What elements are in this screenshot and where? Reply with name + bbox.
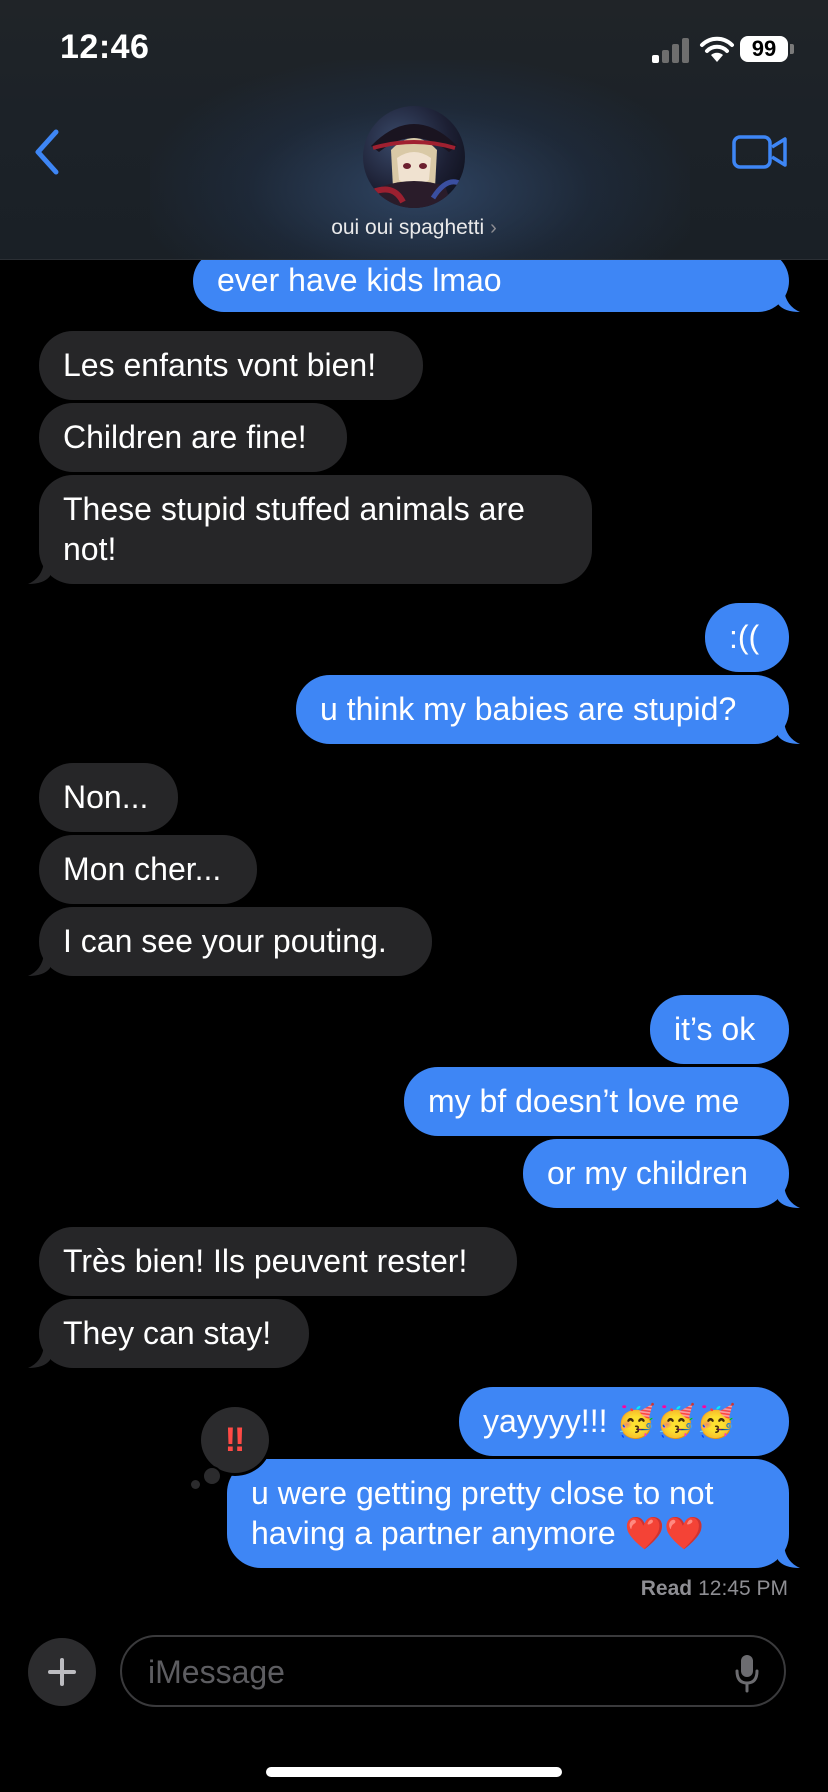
bubble-tail xyxy=(778,722,800,744)
bubble-tail xyxy=(28,954,50,976)
video-call-icon[interactable] xyxy=(732,134,788,170)
battery-icon: 99 xyxy=(740,36,788,62)
double-exclamation-icon: ‼ xyxy=(224,1421,246,1459)
read-label: Read xyxy=(640,1577,693,1600)
contact-avatar[interactable] xyxy=(363,106,465,208)
bubble-tail xyxy=(28,1346,50,1368)
status-time: 12:46 xyxy=(60,28,150,66)
message-bubble-incoming[interactable]: Non... xyxy=(39,763,178,832)
read-receipt: Read 12:45 PM xyxy=(641,1577,788,1601)
message-text: yayyyy!!! 🥳🥳🥳 xyxy=(483,1403,736,1439)
avatar-image xyxy=(367,124,463,208)
contact-name[interactable]: oui oui spaghetti › xyxy=(0,216,828,240)
message-text: u were getting pretty close to not havin… xyxy=(251,1475,714,1551)
message-input[interactable] xyxy=(146,1649,710,1695)
contact-name-label: oui oui spaghetti xyxy=(331,216,485,239)
message-bubble-incoming[interactable]: Les enfants vont bien! xyxy=(39,331,423,400)
message-bubble-outgoing[interactable]: it’s ok xyxy=(650,995,789,1064)
message-composer[interactable] xyxy=(120,1635,786,1707)
message-bubble-incoming[interactable]: These stupid stuffed animals are not! xyxy=(39,475,592,584)
plus-icon-v xyxy=(60,1658,64,1686)
apps-plus-button[interactable] xyxy=(28,1638,96,1706)
message-text: or my children xyxy=(547,1155,748,1191)
home-indicator[interactable] xyxy=(266,1767,562,1777)
bubble-tail xyxy=(778,1546,800,1568)
message-text: These stupid stuffed animals are not! xyxy=(63,491,525,567)
cellular-signal-icon xyxy=(652,37,690,63)
message-text: Children are fine! xyxy=(63,419,307,455)
reaction-bubble-dot xyxy=(191,1480,200,1489)
message-text: Mon cher... xyxy=(63,851,222,887)
message-bubble-incoming[interactable]: Children are fine! xyxy=(39,403,347,472)
message-bubble-incoming[interactable]: They can stay! xyxy=(39,1299,309,1368)
message-text: I can see your pouting. xyxy=(63,923,387,959)
bubble-tail xyxy=(28,562,50,584)
message-bubble-incoming[interactable]: Très bien! Ils peuvent rester! xyxy=(39,1227,517,1296)
message-bubble-outgoing[interactable]: yayyyy!!! 🥳🥳🥳 xyxy=(459,1387,789,1456)
message-text: Les enfants vont bien! xyxy=(63,347,377,383)
conversation-header: 12:46 99 oui oui spaghetti › xyxy=(0,0,828,260)
message-bubble-outgoing[interactable]: my bf doesn’t love me xyxy=(404,1067,789,1136)
bubble-tail xyxy=(778,1186,800,1208)
reaction-bubble-dot xyxy=(202,1466,222,1486)
message-bubble-outgoing[interactable]: :(( xyxy=(705,603,789,672)
battery-tip xyxy=(790,44,794,54)
message-text: ever have kids lmao xyxy=(217,262,502,298)
back-chevron-icon[interactable] xyxy=(30,128,64,176)
bubble-tail xyxy=(778,290,800,312)
message-text: u think my babies are stupid? xyxy=(320,691,737,727)
message-bubble-incoming[interactable]: I can see your pouting. xyxy=(39,907,432,976)
message-bubble-outgoing[interactable]: or my children xyxy=(523,1139,789,1208)
message-text: :(( xyxy=(729,619,760,655)
message-text: my bf doesn’t love me xyxy=(428,1083,740,1119)
message-text: Non... xyxy=(63,779,149,815)
chevron-right-icon: › xyxy=(490,217,497,239)
microphone-icon[interactable] xyxy=(734,1653,760,1693)
message-text: it’s ok xyxy=(674,1011,756,1047)
wifi-icon xyxy=(700,36,734,62)
message-text: Très bien! Ils peuvent rester! xyxy=(63,1243,468,1279)
read-time: 12:45 PM xyxy=(698,1577,788,1600)
message-text: They can stay! xyxy=(63,1315,272,1351)
message-bubble-incoming[interactable]: Mon cher... xyxy=(39,835,257,904)
message-bubble-outgoing[interactable]: u were getting pretty close to not havin… xyxy=(227,1459,789,1568)
message-bubble-outgoing[interactable]: u think my babies are stupid? xyxy=(296,675,789,744)
